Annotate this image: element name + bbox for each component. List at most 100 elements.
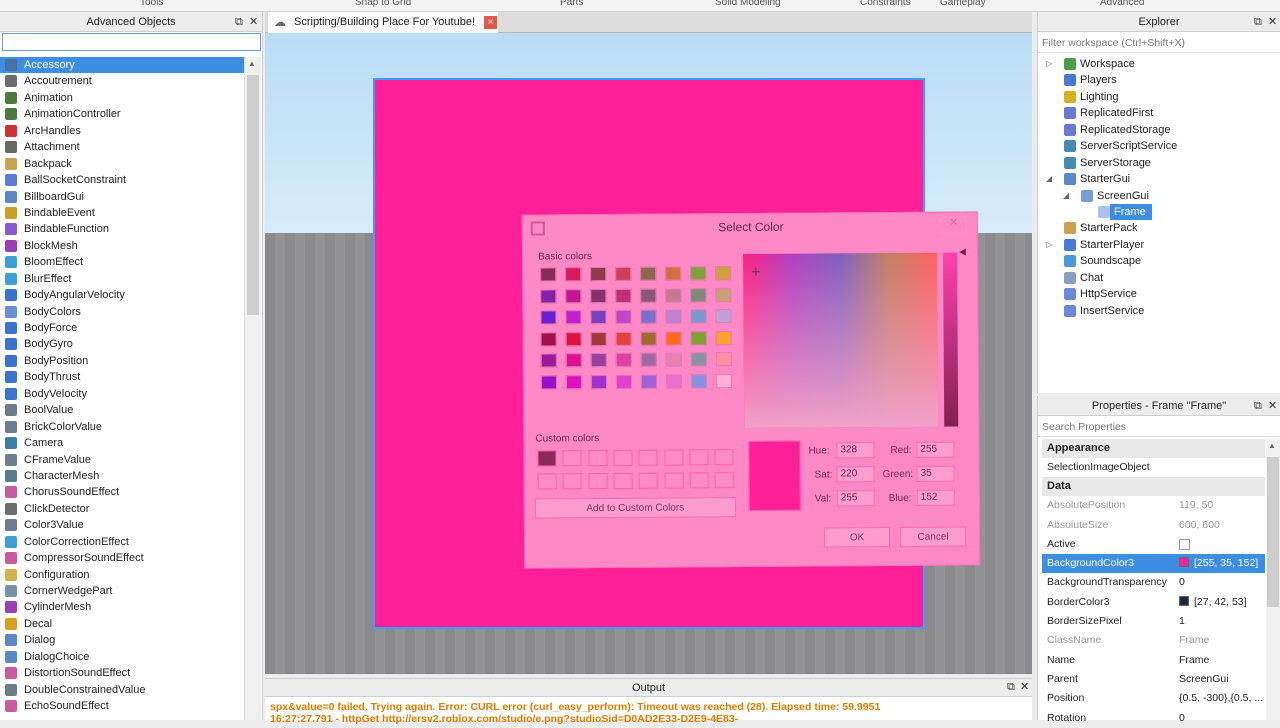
property-row[interactable]: Active [1042,535,1265,554]
custom-color-swatch[interactable] [714,472,734,489]
property-value[interactable]: 600, 600 [1179,516,1265,535]
object-list-item[interactable]: Camera [0,435,244,451]
explorer-item-soundscape[interactable]: Soundscape [1038,253,1280,269]
basic-color-swatch[interactable] [565,288,582,303]
cancel-button[interactable]: Cancel [899,526,967,547]
tab-close-button[interactable]: × [484,16,497,29]
object-list-item[interactable]: ArcHandles [0,123,244,139]
object-list-item[interactable]: CompressorSoundEffect [0,550,244,566]
property-row[interactable]: Parent ScreenGui [1042,670,1265,689]
basic-color-swatch[interactable] [615,352,632,367]
basic-color-swatch[interactable] [540,331,557,346]
properties-scrollbar[interactable]: ▲ [1266,439,1280,720]
explorer-item-players[interactable]: Players [1038,72,1280,88]
basic-color-swatch[interactable] [690,330,707,345]
val-field[interactable]: 255 [836,490,875,507]
custom-color-swatch[interactable] [562,473,582,490]
basic-color-swatch[interactable] [665,287,682,303]
property-value[interactable]: 119, 50 [1179,496,1265,515]
basic-color-swatch[interactable] [715,287,732,302]
basic-color-swatch[interactable] [590,310,607,325]
object-list-item[interactable]: BillboardGui [0,189,244,205]
custom-color-swatch[interactable] [638,449,658,466]
basic-color-swatch[interactable] [565,374,582,389]
custom-color-swatch[interactable] [537,473,557,490]
basic-color-swatch[interactable] [590,353,607,368]
basic-color-swatch[interactable] [715,352,732,367]
object-list-item[interactable]: BodyVelocity [0,386,244,402]
basic-color-swatch[interactable] [540,374,557,389]
property-category[interactable]: Data [1042,477,1265,497]
property-row[interactable]: Name Frame [1042,651,1265,670]
object-list-item[interactable]: ColorCorrectionEffect [0,534,244,550]
ribbon-tab[interactable]: Advanced [1100,0,1144,8]
object-list-item[interactable]: Configuration [0,567,244,583]
gui-frame[interactable]: Select Color ✕ Basic colors Custom color… [373,78,981,629]
explorer-item-screengui[interactable]: ◢ ScreenGui [1038,188,1280,204]
basic-color-swatch[interactable] [590,267,607,282]
scroll-thumb[interactable] [247,75,259,315]
object-list-item[interactable]: Attachment [0,139,244,155]
object-list-item[interactable]: CFrameValue [0,452,244,468]
object-list-item[interactable]: BodyAngularVelocity [0,287,244,303]
object-list-item[interactable]: BindableFunction [0,221,244,237]
custom-color-swatch[interactable] [638,472,658,489]
object-list-item[interactable]: DialogChoice [0,649,244,665]
property-row[interactable]: BackgroundTransparency 0 [1042,573,1265,592]
basic-color-swatch[interactable] [690,309,707,324]
object-list-item[interactable]: BodyPosition [0,353,244,369]
object-list-item[interactable]: CharacterMesh [0,468,244,484]
explorer-item-serverscriptservice[interactable]: ServerScriptService [1038,138,1280,154]
properties-search-input[interactable]: Search Properties [1038,417,1280,437]
property-row[interactable]: AbsoluteSize 600, 600 [1042,516,1265,535]
scroll-up-icon[interactable]: ▲ [1268,441,1276,450]
custom-color-swatch[interactable] [537,450,557,467]
basic-color-swatch[interactable] [615,288,632,303]
explorer-item-replicatedstorage[interactable]: ReplicatedStorage [1038,122,1280,138]
object-list-item[interactable]: BallSocketConstraint [0,172,244,188]
basic-color-swatch[interactable] [715,266,732,281]
object-list-item[interactable]: ClickDetector [0,501,244,517]
property-category[interactable]: Appearance [1042,439,1265,458]
property-row[interactable]: ClassName Frame [1042,631,1265,650]
object-list-item[interactable]: BoolValue [0,402,244,418]
property-row[interactable]: Position {0.5, -300},{0.5, ... [1042,689,1265,708]
basic-color-swatch[interactable] [540,353,557,368]
object-list-item[interactable]: BrickColorValue [0,419,244,435]
basic-color-swatch[interactable] [690,373,707,388]
custom-color-swatch[interactable] [689,449,709,466]
basic-color-swatch[interactable] [615,266,632,281]
explorer-item-replicatedfirst[interactable]: ReplicatedFirst [1038,105,1280,121]
expand-arrow-icon[interactable]: ▷ [1046,56,1052,72]
basic-color-swatch[interactable] [640,288,657,303]
basic-color-swatch[interactable] [540,267,557,282]
custom-color-swatch[interactable] [663,449,684,466]
property-value[interactable]: [255, 35, 152] [1179,554,1265,573]
viewport-3d[interactable]: Select Color ✕ Basic colors Custom color… [265,33,1032,674]
basic-color-swatch[interactable] [640,331,657,346]
undock-icon[interactable]: ⧉ [1007,678,1015,696]
basic-color-swatch[interactable] [565,310,582,325]
property-value[interactable]: Frame [1179,651,1265,670]
property-value[interactable]: 0 [1179,709,1265,728]
explorer-item-starterplayer[interactable]: ▷ StarterPlayer [1038,237,1280,253]
ribbon-tab[interactable]: Tools [140,0,163,8]
basic-color-swatch[interactable] [665,266,682,281]
property-row[interactable]: BackgroundColor3 [255, 35, 152] [1042,554,1265,574]
custom-color-swatch[interactable] [714,449,734,466]
basic-color-swatch[interactable] [540,288,557,303]
explorer-item-lighting[interactable]: Lighting [1038,89,1280,105]
custom-color-swatch[interactable] [664,472,684,489]
undock-icon[interactable]: ⧉ [235,12,243,32]
checkbox[interactable] [1179,538,1190,550]
object-list-item[interactable]: Animation [0,90,244,106]
custom-color-swatch[interactable] [613,449,633,466]
green-field[interactable]: 35 [916,465,955,482]
object-list-item[interactable]: Backpack [0,156,244,172]
basic-color-swatch[interactable] [715,330,732,345]
basic-color-swatch[interactable] [690,352,707,367]
close-icon[interactable]: ✕ [1020,678,1029,696]
basic-color-swatch[interactable] [590,331,607,346]
ribbon-tab[interactable]: Constraints [860,0,911,8]
object-list-item[interactable]: Dialog [0,632,244,648]
